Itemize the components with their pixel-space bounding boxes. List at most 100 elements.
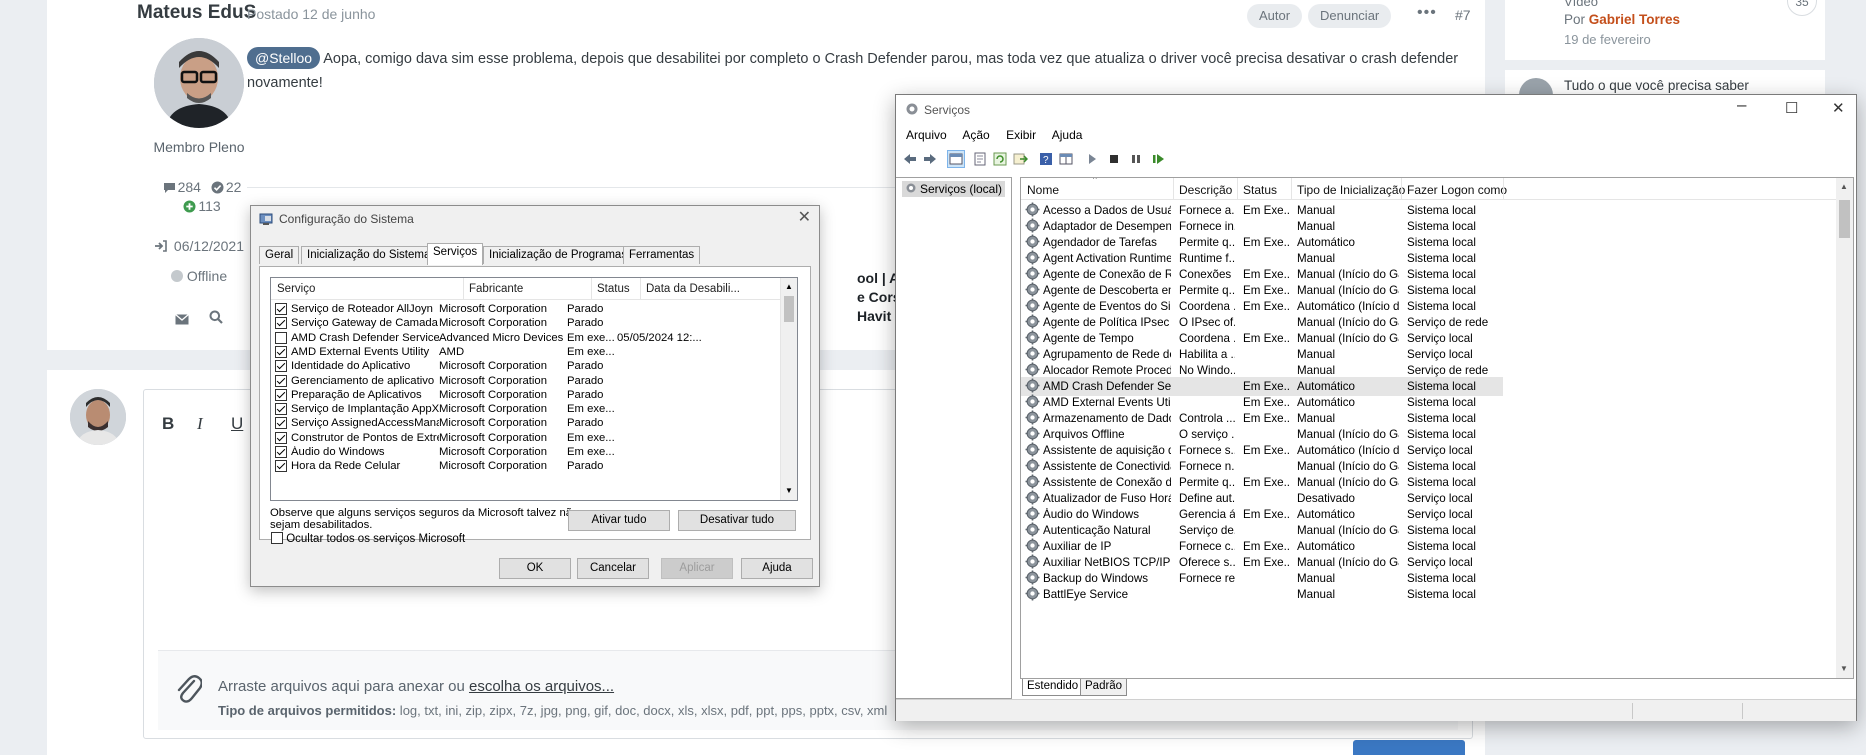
scroll-down-arrow-icon[interactable]: ▼ xyxy=(1840,664,1848,673)
post-date[interactable]: Postado 12 de junho xyxy=(247,6,375,22)
scroll-down-arrow-icon[interactable]: ▼ xyxy=(785,486,793,495)
scroll-up-arrow-icon[interactable]: ▲ xyxy=(1840,182,1848,191)
italic-button[interactable]: I xyxy=(197,414,203,434)
maximize-icon[interactable]: ☐ xyxy=(1785,99,1798,117)
column-separator[interactable] xyxy=(640,278,641,300)
start-service-icon[interactable] xyxy=(1084,151,1100,167)
service-name-cell: Arquivos Offline xyxy=(1043,428,1125,441)
hide-ms-services-checkbox[interactable] xyxy=(271,532,283,544)
service-row[interactable]: BattlEye Service Manual Sistema local xyxy=(1021,585,1503,604)
submit-reply-button[interactable] xyxy=(1353,740,1465,755)
service-desc-cell: Fornece in... xyxy=(1179,220,1235,233)
cancel-button[interactable]: Cancelar xyxy=(577,558,649,579)
export-list-icon[interactable] xyxy=(1012,151,1029,167)
service-enabled-checkbox[interactable] xyxy=(275,317,287,330)
minimize-icon[interactable]: – xyxy=(1737,95,1746,115)
service-enabled-checkbox[interactable] xyxy=(275,303,287,315)
author-avatar[interactable] xyxy=(154,38,244,128)
service-enabled-checkbox[interactable] xyxy=(275,374,287,387)
forward-arrow-icon[interactable] xyxy=(922,151,938,167)
tree-item-services-local[interactable]: Serviços (local) xyxy=(902,181,1006,197)
tab-startup[interactable]: Inicialização de Programas xyxy=(483,246,634,264)
enable-all-button[interactable]: Ativar tudo xyxy=(568,510,670,531)
column-separator[interactable] xyxy=(463,278,464,300)
service-enabled-checkbox[interactable] xyxy=(275,417,287,430)
services-list[interactable]: ^ Nome Descrição Status Tipo de Iniciali… xyxy=(1020,177,1854,679)
service-enabled-checkbox[interactable] xyxy=(275,431,287,444)
tab-services[interactable]: Serviços xyxy=(427,243,484,265)
close-icon[interactable]: ✕ xyxy=(1832,99,1845,117)
disable-all-button[interactable]: Desativar tudo xyxy=(678,510,796,531)
service-enabled-checkbox[interactable] xyxy=(275,446,287,458)
vertical-scrollbar[interactable]: ▲ ▼ xyxy=(1836,178,1853,678)
vertical-scrollbar[interactable]: ▲ ▼ xyxy=(780,278,797,500)
menu-file[interactable]: Arquivo xyxy=(906,128,947,142)
console-tree-icon[interactable] xyxy=(947,150,965,168)
post-author-name[interactable]: Mateus EduS xyxy=(137,2,256,24)
scroll-up-arrow-icon[interactable]: ▲ xyxy=(785,282,793,291)
column-separator[interactable] xyxy=(1173,178,1174,200)
menu-view[interactable]: Exibir xyxy=(1006,128,1036,142)
service-enabled-checkbox[interactable] xyxy=(275,388,287,401)
column-separator[interactable] xyxy=(1401,178,1402,200)
service-enabled-checkbox[interactable] xyxy=(275,345,287,358)
column-header-disabled-date[interactable]: Data da Desabili... xyxy=(646,283,740,295)
service-enabled-checkbox[interactable] xyxy=(275,403,287,416)
sidebar-activity-item[interactable]: Vídeo Por Gabriel Torres 19 de fevereiro… xyxy=(1505,0,1825,60)
properties-icon[interactable] xyxy=(972,151,988,167)
service-enabled-checkbox[interactable] xyxy=(275,360,287,373)
report-button[interactable]: Denunciar xyxy=(1308,4,1392,28)
column-header-status[interactable]: Status xyxy=(597,283,630,295)
column-separator[interactable] xyxy=(591,278,592,300)
close-icon[interactable]: ✕ xyxy=(798,207,811,227)
choose-files-link[interactable]: escolha os arquivos... xyxy=(469,678,614,695)
post-number-link[interactable]: #7 xyxy=(1455,7,1471,23)
scrollbar-thumb[interactable] xyxy=(1839,200,1850,238)
help-button[interactable]: Ajuda xyxy=(741,558,813,579)
menu-action[interactable]: Ação xyxy=(962,128,989,142)
service-enabled-checkbox[interactable] xyxy=(275,460,287,473)
column-separator[interactable] xyxy=(1503,178,1504,200)
column-separator[interactable] xyxy=(1237,178,1238,200)
column-header-description[interactable]: Descrição xyxy=(1179,183,1232,197)
ok-button[interactable]: OK xyxy=(499,558,571,579)
apply-button[interactable]: Aplicar xyxy=(661,558,733,579)
envelope-icon[interactable] xyxy=(175,312,189,330)
author-link[interactable]: Gabriel Torres xyxy=(1589,12,1680,27)
pause-service-icon[interactable] xyxy=(1128,151,1144,167)
help-icon[interactable]: ? xyxy=(1038,151,1054,167)
column-header-startup-type[interactable]: Tipo de Inicialização xyxy=(1297,183,1405,197)
column-header-log-on-as[interactable]: Fazer Logon como xyxy=(1407,183,1507,197)
search-icon[interactable] xyxy=(209,310,223,329)
tab-extended[interactable]: Estendido xyxy=(1022,679,1084,696)
service-row[interactable]: Hora da Rede Celular Microsoft Corporatio… xyxy=(271,458,781,475)
sidebar-item-title[interactable]: Tudo o que você precisa saber xyxy=(1564,78,1749,93)
menu-help[interactable]: Ajuda xyxy=(1052,128,1083,142)
service-enabled-checkbox[interactable] xyxy=(275,331,287,344)
msconfig-services-list[interactable]: Serviço Fabricante Status Data da Desabi… xyxy=(270,277,798,501)
user-mention[interactable]: @Stelloo xyxy=(247,47,321,69)
service-status-cell: Parado xyxy=(567,417,604,430)
refresh-icon[interactable] xyxy=(992,151,1008,167)
tab-general[interactable]: Geral xyxy=(259,246,300,264)
current-user-avatar[interactable] xyxy=(70,389,126,445)
column-header-status[interactable]: Status xyxy=(1243,183,1277,197)
service-maker-cell: Microsoft Corporation xyxy=(439,388,547,401)
hide-ms-services-option[interactable]: Ocultar todos os serviços Microsoft xyxy=(271,532,465,545)
stop-service-icon[interactable] xyxy=(1106,151,1122,167)
column-separator[interactable] xyxy=(1291,178,1292,200)
back-arrow-icon[interactable] xyxy=(902,151,918,167)
more-options-icon[interactable]: ••• xyxy=(1417,4,1437,22)
show-hide-pane-icon[interactable] xyxy=(1058,151,1074,167)
hide-ms-services-label[interactable]: Ocultar todos os serviços Microsoft xyxy=(286,533,465,545)
column-header-service[interactable]: Serviço xyxy=(277,283,315,295)
tab-tools[interactable]: Ferramentas xyxy=(623,246,701,264)
column-header-name[interactable]: Nome xyxy=(1027,183,1059,197)
tab-standard[interactable]: Padrão xyxy=(1080,679,1128,696)
tab-boot[interactable]: Inicialização do Sistema xyxy=(301,246,437,264)
bold-button[interactable]: B xyxy=(162,414,174,434)
underline-button[interactable]: U xyxy=(231,414,243,434)
restart-service-icon[interactable] xyxy=(1150,151,1166,167)
scrollbar-thumb[interactable] xyxy=(784,296,794,322)
column-header-manufacturer[interactable]: Fabricante xyxy=(469,283,523,295)
